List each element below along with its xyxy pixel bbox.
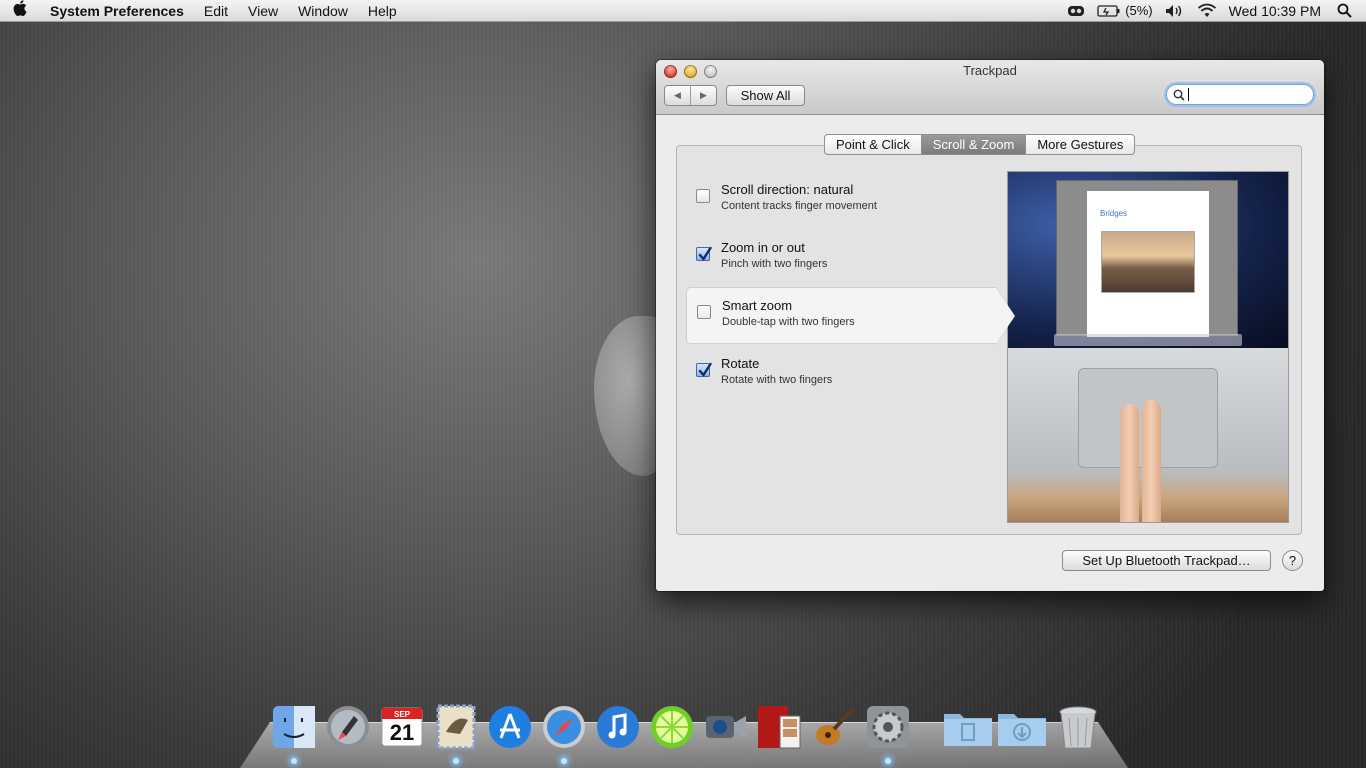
preview-page: Bridges [1087, 191, 1209, 337]
app-menu[interactable]: System Preferences [40, 0, 194, 22]
battery-percent: (5%) [1125, 3, 1153, 18]
checkmark-icon [698, 362, 712, 377]
menu-view[interactable]: View [238, 0, 288, 22]
documents-folder-icon[interactable] [942, 702, 992, 750]
menubar-clock[interactable]: Wed 10:39 PM [1223, 0, 1327, 22]
safari-icon[interactable] [540, 702, 588, 750]
spotlight-icon[interactable] [1327, 0, 1366, 22]
preview-heading: Bridges [1100, 209, 1128, 218]
menu-help[interactable]: Help [358, 0, 407, 22]
system-preferences-icon[interactable] [864, 702, 912, 750]
menu-bar: System Preferences Edit View Window Help… [0, 0, 1366, 22]
calendar-icon[interactable]: SEP 21 [378, 702, 426, 750]
calendar-month: SEP [393, 710, 410, 719]
option-title: Smart zoom [722, 298, 793, 313]
back-arrow-icon[interactable]: ◀ [665, 86, 690, 105]
back-forward-control: ◀ ▶ [664, 85, 717, 106]
option-title: Scroll direction: natural [721, 182, 854, 197]
scroll-direction-checkbox[interactable] [696, 189, 710, 203]
menu-window[interactable]: Window [288, 0, 358, 22]
text-caret [1188, 88, 1189, 101]
preview-finger [1142, 400, 1161, 522]
downloads-folder-icon[interactable] [996, 702, 1046, 750]
launchpad-icon[interactable] [324, 702, 372, 750]
checkmark-icon [698, 246, 712, 261]
smart-zoom-checkbox[interactable] [697, 305, 711, 319]
window-toolbar: Trackpad ◀ ▶ Show All [656, 60, 1324, 115]
app-store-icon[interactable] [486, 702, 534, 750]
window-title: Trackpad [963, 63, 1017, 78]
preview-trackpad-area [1008, 348, 1288, 522]
option-subtitle: Rotate with two fingers [721, 374, 833, 386]
search-input[interactable] [1166, 84, 1314, 105]
wifi-icon[interactable] [1191, 0, 1223, 22]
tab-scroll-and-zoom[interactable]: Scroll & Zoom [920, 135, 1026, 154]
search-icon [1173, 89, 1185, 101]
running-indicator [885, 758, 891, 764]
option-zoom-in-out[interactable]: Zoom in or out Pinch with two fingers [686, 230, 996, 287]
option-smart-zoom[interactable]: Smart zoom Double-tap with two fingers [686, 287, 1016, 345]
show-all-button[interactable]: Show All [726, 85, 805, 106]
preview-dock [1054, 334, 1242, 346]
limewire-icon[interactable] [648, 702, 696, 750]
help-button[interactable]: ? [1282, 550, 1303, 571]
running-indicator [561, 758, 567, 764]
mail-icon[interactable] [432, 702, 480, 750]
running-indicator [453, 758, 459, 764]
zoom-in-out-checkbox[interactable] [696, 246, 712, 261]
option-subtitle: Content tracks finger movement [721, 200, 877, 212]
gamepad-status-icon[interactable] [1061, 0, 1091, 22]
calendar-day: 21 [389, 720, 415, 745]
garageband-icon[interactable] [810, 702, 858, 750]
option-subtitle: Pinch with two fingers [721, 258, 828, 270]
battery-status[interactable]: (5%) [1091, 0, 1158, 22]
running-indicator [291, 758, 297, 764]
preview-finger [1120, 404, 1139, 522]
facetime-icon[interactable] [702, 702, 750, 750]
battery-icon [1097, 4, 1120, 17]
option-title: Zoom in or out [721, 240, 805, 255]
preview-bridge-image [1101, 231, 1195, 293]
option-scroll-direction[interactable]: Scroll direction: natural Content tracks… [686, 172, 996, 229]
preview-document-window: Bridges [1056, 180, 1238, 337]
trash-icon[interactable] [1054, 702, 1102, 750]
forward-arrow-icon[interactable]: ▶ [690, 86, 716, 105]
setup-bluetooth-trackpad-button[interactable]: Set Up Bluetooth Trackpad… [1062, 550, 1271, 571]
tab-more-gestures[interactable]: More Gestures [1025, 135, 1134, 154]
preview-screen: Bridges [1008, 172, 1288, 348]
menu-edit[interactable]: Edit [194, 0, 238, 22]
gesture-preview-video: Bridges [1007, 171, 1289, 523]
option-subtitle: Double-tap with two fingers [722, 316, 855, 328]
option-title: Rotate [721, 356, 760, 371]
dock: SEP 21 [0, 700, 1366, 764]
tab-bar: Point & Click Scroll & Zoom More Gesture… [824, 134, 1136, 155]
finder-icon[interactable] [270, 702, 318, 750]
itunes-icon[interactable] [594, 702, 642, 750]
apple-menu-icon[interactable] [0, 0, 40, 22]
photo-booth-icon[interactable] [756, 702, 804, 750]
option-rotate[interactable]: Rotate Rotate with two fingers [686, 346, 996, 403]
rotate-checkbox[interactable] [696, 362, 712, 377]
tab-point-and-click[interactable]: Point & Click [825, 135, 921, 154]
volume-icon[interactable] [1159, 0, 1191, 22]
trackpad-preferences-window: Trackpad ◀ ▶ Show All Point & Click Scro… [656, 60, 1324, 591]
